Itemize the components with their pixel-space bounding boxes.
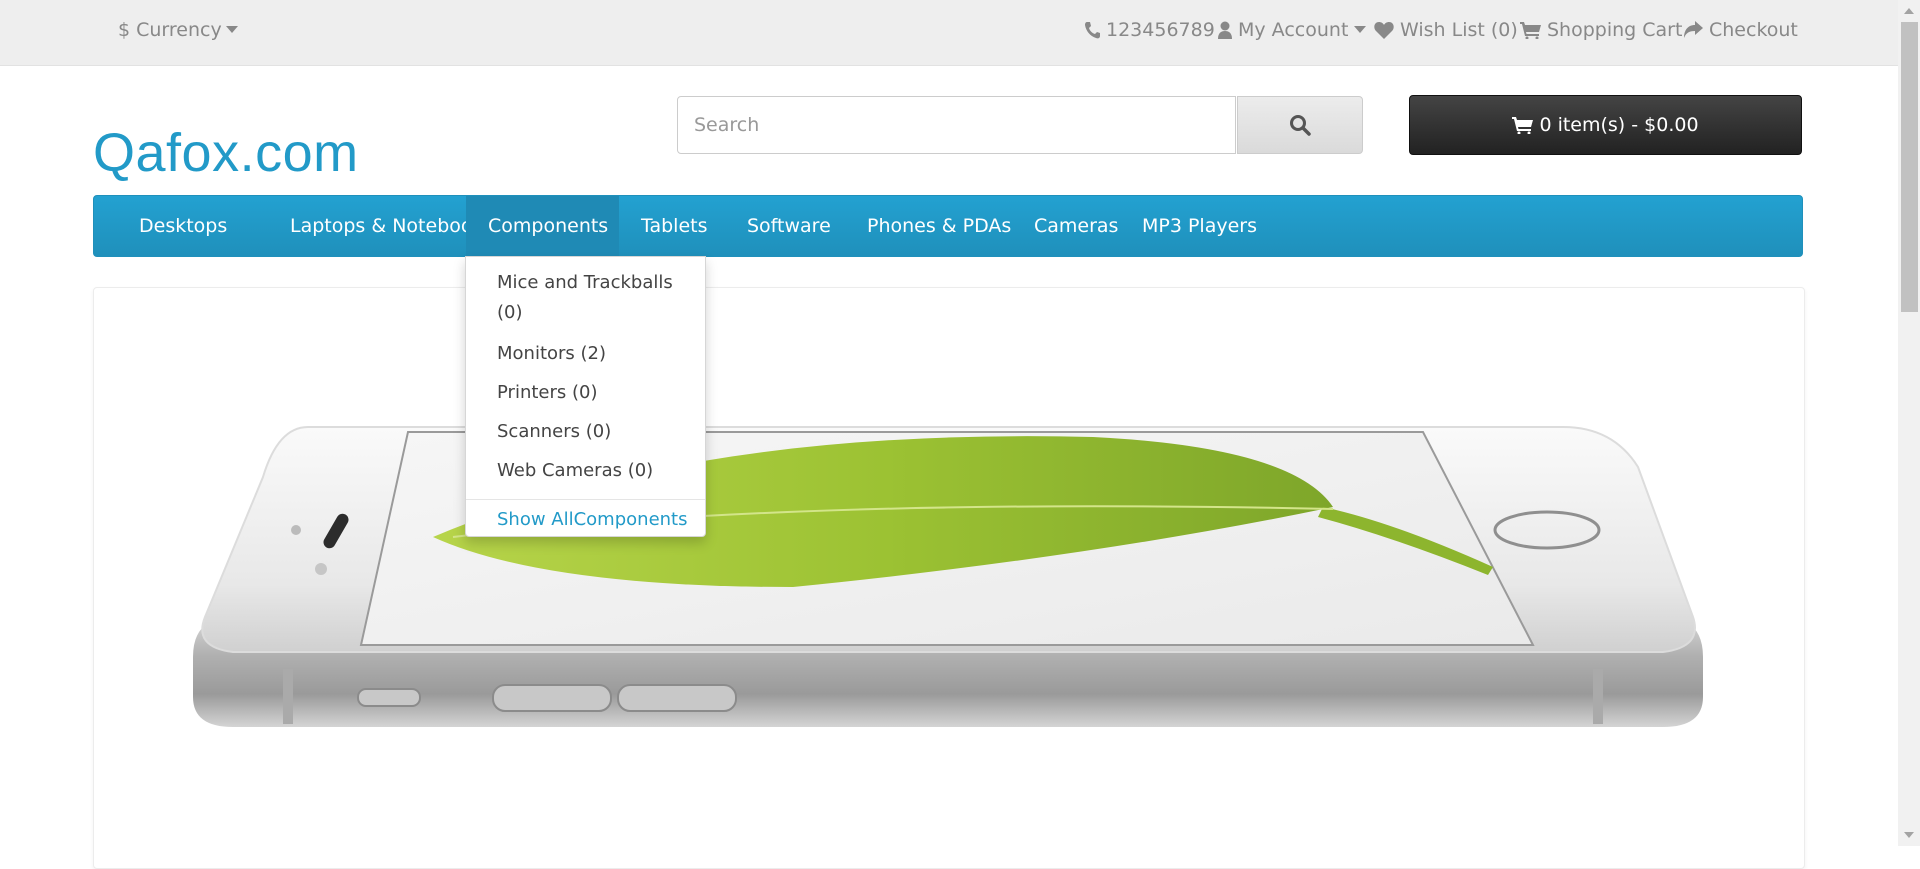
cart-icon bbox=[1520, 22, 1541, 39]
dropdown-item-web-cameras[interactable]: Web Cameras (0) bbox=[497, 456, 697, 486]
wish-list-link[interactable]: Wish List (0) bbox=[1374, 17, 1518, 43]
checkout-label: Checkout bbox=[1709, 19, 1798, 41]
banner-phone-image bbox=[193, 426, 1703, 727]
menu-phones-pdas[interactable]: Phones & PDAs bbox=[845, 196, 1033, 256]
main-menu: Desktops Laptops & Notebooks Components … bbox=[93, 195, 1803, 257]
site-logo[interactable]: Qafox.com bbox=[93, 118, 359, 188]
search-icon bbox=[1290, 115, 1311, 136]
menu-label: Software bbox=[747, 215, 831, 237]
cart-total-label: 0 item(s) - $0.00 bbox=[1539, 114, 1699, 136]
dropdown-divider bbox=[466, 499, 705, 500]
currency-dropdown[interactable]: $ Currency bbox=[118, 17, 238, 43]
cart-total-button[interactable]: 0 item(s) - $0.00 bbox=[1409, 95, 1802, 155]
dropdown-item-scanners[interactable]: Scanners (0) bbox=[497, 417, 697, 447]
scroll-down-arrow[interactable] bbox=[1904, 832, 1914, 838]
menu-components[interactable]: Components bbox=[466, 196, 619, 256]
my-account-label: My Account bbox=[1238, 19, 1349, 41]
checkout-link[interactable]: Checkout bbox=[1683, 17, 1798, 43]
shopping-cart-link[interactable]: Shopping Cart bbox=[1520, 17, 1682, 43]
cart-icon bbox=[1512, 117, 1534, 134]
wish-list-label: Wish List (0) bbox=[1400, 19, 1518, 41]
menu-label: Components bbox=[488, 215, 609, 237]
components-dropdown-menu: Mice and Trackballs (0) Monitors (2) Pri… bbox=[465, 256, 706, 537]
currency-label: Currency bbox=[136, 19, 222, 41]
share-icon bbox=[1684, 21, 1703, 38]
menu-label: Laptops & Notebooks bbox=[290, 215, 494, 237]
caret-down-icon bbox=[225, 26, 238, 33]
phone-icon bbox=[1085, 22, 1100, 39]
search-input[interactable] bbox=[677, 96, 1236, 154]
phone-number: 123456789 bbox=[1106, 19, 1215, 41]
scroll-up-arrow[interactable] bbox=[1904, 8, 1914, 14]
shopping-cart-label: Shopping Cart bbox=[1547, 19, 1683, 41]
menu-label: Cameras bbox=[1034, 215, 1119, 237]
menu-software[interactable]: Software bbox=[725, 196, 853, 256]
dropdown-item-mice-trackballs[interactable]: Mice and Trackballs (0) bbox=[497, 268, 697, 328]
phone-link[interactable]: 123456789 bbox=[1084, 17, 1215, 43]
dollar-icon: $ bbox=[118, 19, 131, 41]
menu-tablets[interactable]: Tablets bbox=[619, 196, 729, 256]
dropdown-item-monitors[interactable]: Monitors (2) bbox=[497, 339, 697, 369]
caret-down-icon bbox=[1354, 26, 1367, 33]
scroll-thumb[interactable] bbox=[1901, 22, 1918, 312]
user-icon bbox=[1218, 21, 1232, 39]
menu-mp3-players[interactable]: MP3 Players bbox=[1120, 196, 1279, 256]
menu-label: Desktops bbox=[139, 215, 228, 237]
menu-desktops[interactable]: Desktops bbox=[116, 196, 250, 256]
dropdown-item-printers[interactable]: Printers (0) bbox=[497, 378, 697, 408]
search-button[interactable] bbox=[1237, 96, 1363, 154]
vertical-scrollbar[interactable] bbox=[1898, 0, 1920, 846]
menu-label: Tablets bbox=[641, 215, 708, 237]
my-account-dropdown[interactable]: My Account bbox=[1218, 17, 1367, 43]
menu-label: MP3 Players bbox=[1142, 215, 1258, 237]
show-all-components-link[interactable]: Show AllComponents bbox=[497, 505, 688, 535]
heart-icon bbox=[1374, 22, 1394, 39]
menu-label: Phones & PDAs bbox=[867, 215, 1012, 237]
top-bar: $ Currency 123456789 My Account Wish Lis… bbox=[0, 0, 1898, 66]
